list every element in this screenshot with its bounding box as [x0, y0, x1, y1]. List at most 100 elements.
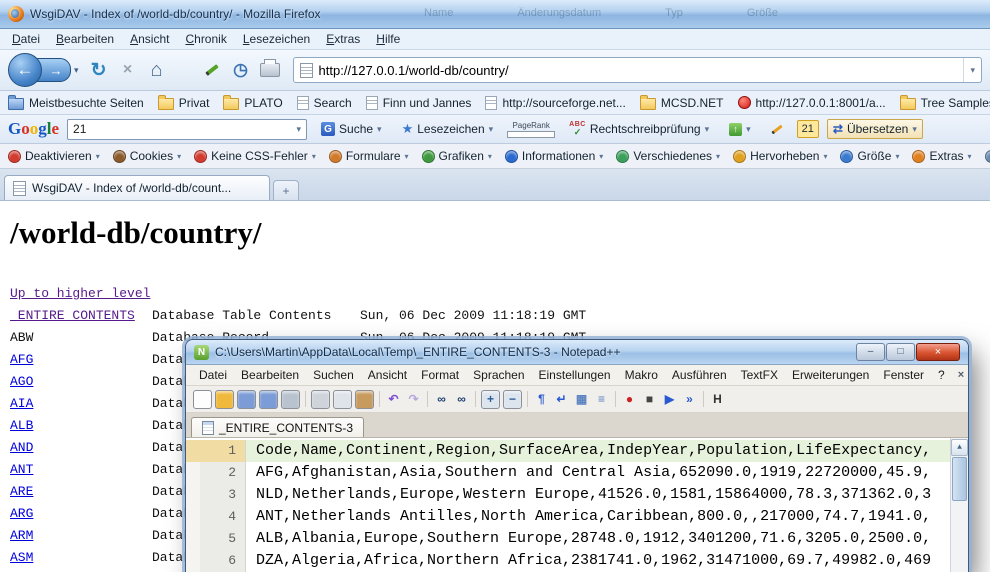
stop-macro-icon[interactable]: ■: [641, 391, 658, 408]
npp-menu-item[interactable]: Suchen: [306, 367, 361, 383]
play-macro-icon[interactable]: ▶: [661, 391, 678, 408]
redo-icon[interactable]: ↷: [405, 391, 422, 408]
bookmark-item[interactable]: Finn und Jannes: [366, 96, 472, 110]
entry-link[interactable]: ANT: [10, 459, 152, 481]
bookmark-item[interactable]: http://sourceforge.net...: [485, 96, 625, 110]
npp-menu-item[interactable]: TextFX: [734, 367, 785, 383]
menu-item[interactable]: Bearbeiten: [48, 30, 122, 48]
home-button[interactable]: ⌂: [145, 57, 169, 83]
cut-icon[interactable]: [311, 390, 330, 409]
forward-button[interactable]: →: [37, 58, 71, 82]
bookmark-item[interactable]: Search: [297, 96, 352, 110]
google-bookmarks-button[interactable]: ★ Lesezeichen ▾: [396, 118, 500, 140]
print-button[interactable]: [258, 57, 282, 83]
word-find-button[interactable]: 21: [797, 120, 819, 138]
close-button[interactable]: ×: [916, 343, 960, 361]
paste-icon[interactable]: [355, 390, 374, 409]
npp-menu-item[interactable]: Datei: [192, 367, 234, 383]
npp-menu-item[interactable]: Sprachen: [466, 367, 531, 383]
scrollbar-thumb[interactable]: [952, 457, 967, 501]
webdev-menu-button[interactable]: Deaktivieren ▾: [8, 149, 100, 163]
replace-icon[interactable]: ∞: [453, 391, 470, 408]
npp-menu-item[interactable]: Format: [414, 367, 466, 383]
firefox-titlebar[interactable]: WsgiDAV - Index of /world-db/country/ - …: [0, 0, 990, 29]
npp-menu-item[interactable]: Makro: [618, 367, 665, 383]
menu-item[interactable]: Datei: [4, 30, 48, 48]
npp-titlebar[interactable]: N C:\Users\Martin\AppData\Local\Temp\_EN…: [186, 340, 968, 365]
translate-button[interactable]: ⇄ Übersetzen ▾: [827, 119, 923, 139]
webdev-menu-button[interactable]: Größe ▾: [840, 149, 899, 163]
entry-link[interactable]: ASM: [10, 547, 152, 568]
webdev-menu-button[interactable]: Keine CSS-Fehler ▾: [194, 149, 316, 163]
entry-link[interactable]: AIA: [10, 393, 152, 415]
entry-link[interactable]: AND: [10, 437, 152, 459]
stop-button[interactable]: ×: [116, 57, 140, 83]
recent-pages-dropdown[interactable]: ▾: [71, 65, 82, 76]
new-file-icon[interactable]: [193, 390, 212, 409]
google-search-input[interactable]: 21: [73, 122, 296, 136]
maximize-button[interactable]: □: [886, 343, 915, 361]
bookmark-item[interactable]: PLATO: [223, 96, 282, 110]
webdev-menu-button[interactable]: Grafiken ▾: [422, 149, 492, 163]
minimize-button[interactable]: –: [856, 343, 885, 361]
bookmark-item[interactable]: MCSD.NET: [640, 96, 724, 110]
npp-menu-item[interactable]: Fenster: [876, 367, 931, 383]
save-all-icon[interactable]: [259, 390, 278, 409]
webdev-menu-button[interactable]: Quelltext ▾: [985, 149, 990, 163]
bookmark-item[interactable]: Privat: [158, 96, 210, 110]
record-macro-icon[interactable]: ●: [621, 391, 638, 408]
npp-close-document-icon[interactable]: ×: [952, 369, 968, 381]
npp-menu-item[interactable]: Ansicht: [361, 367, 414, 383]
zoom-out-icon[interactable]: −: [503, 390, 522, 409]
entry-link[interactable]: ALB: [10, 415, 152, 437]
npp-editor[interactable]: 1 Code,Name,Continent,Region,SurfaceArea…: [186, 438, 968, 572]
menu-item[interactable]: Hilfe: [368, 30, 408, 48]
npp-menu-item[interactable]: Einstellungen: [532, 367, 618, 383]
reload-button[interactable]: ↻: [87, 57, 111, 83]
autofill-button[interactable]: ↑ ▾: [723, 120, 757, 139]
copy-icon[interactable]: [333, 390, 352, 409]
webdev-menu-button[interactable]: Formulare ▾: [329, 149, 409, 163]
find-icon[interactable]: ∞: [433, 391, 450, 408]
zoom-in-icon[interactable]: +: [481, 390, 500, 409]
menu-item[interactable]: Lesezeichen: [235, 30, 318, 48]
tab-wsgidav[interactable]: WsgiDAV - Index of /world-db/count...: [4, 175, 270, 200]
entry-link[interactable]: _ENTIRE_CONTENTS: [10, 305, 152, 327]
scroll-up-icon[interactable]: ▲: [951, 439, 968, 456]
npp-menu-item[interactable]: Bearbeiten: [234, 367, 306, 383]
spellcheck-button[interactable]: ABC ✓ Rechtschreibprüfung ▾: [563, 118, 715, 140]
webdev-menu-button[interactable]: Cookies ▾: [113, 149, 181, 163]
google-search-box[interactable]: 21 ▾: [67, 119, 307, 140]
bookmark-item[interactable]: Meistbesuchte Seiten: [8, 96, 144, 110]
edit-page-button[interactable]: [200, 57, 224, 83]
menu-item[interactable]: Ansicht: [122, 30, 177, 48]
google-search-dropdown-icon[interactable]: ▾: [296, 124, 301, 135]
open-file-icon[interactable]: [215, 390, 234, 409]
print-icon[interactable]: [281, 390, 300, 409]
webdev-menu-button[interactable]: Verschiedenes ▾: [616, 149, 720, 163]
menu-item[interactable]: Chronik: [177, 30, 234, 48]
entry-link[interactable]: ARG: [10, 503, 152, 525]
npp-menu-item[interactable]: Erweiterungen: [785, 367, 876, 383]
npp-menu-item[interactable]: ?: [931, 367, 952, 383]
npp-vertical-scrollbar[interactable]: ▲: [950, 438, 968, 572]
npp-menu-item[interactable]: Ausführen: [665, 367, 734, 383]
webdev-menu-button[interactable]: Hervorheben ▾: [733, 149, 827, 163]
google-search-button[interactable]: G Suche ▾: [315, 119, 388, 139]
back-button[interactable]: ←: [8, 53, 42, 87]
word-wrap-icon[interactable]: ↵: [553, 391, 570, 408]
pagerank-widget[interactable]: PageRank: [507, 121, 555, 138]
entry-link[interactable]: ARM: [10, 525, 152, 547]
npp-document-tab[interactable]: _ENTIRE_CONTENTS-3: [191, 417, 364, 437]
undo-icon[interactable]: ↶: [385, 391, 402, 408]
webdev-menu-button[interactable]: Informationen ▾: [505, 149, 603, 163]
doc-switcher-icon[interactable]: ≡: [593, 391, 610, 408]
new-tab-button[interactable]: +: [273, 180, 299, 200]
run-macro-multi-icon[interactable]: »: [681, 391, 698, 408]
entry-link[interactable]: AGO: [10, 371, 152, 393]
history-button[interactable]: ◷: [229, 57, 253, 83]
highlighter-button[interactable]: [765, 125, 789, 134]
entry-link[interactable]: ARE: [10, 481, 152, 503]
bookmark-item[interactable]: http://127.0.0.1:8001/a...: [738, 96, 886, 110]
bookmark-item[interactable]: Tree Samples: [900, 96, 990, 110]
